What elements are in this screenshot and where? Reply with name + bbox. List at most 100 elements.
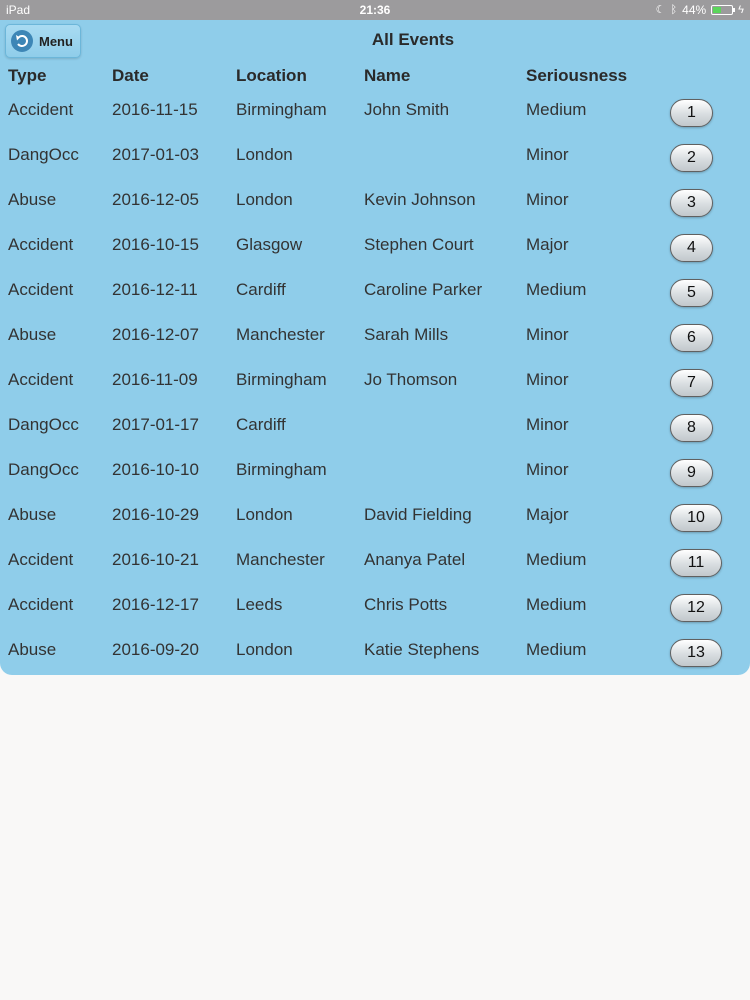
cell-date: 2016-12-05 xyxy=(112,190,199,209)
cell-location: Birmingham xyxy=(236,100,327,119)
cell-date: 2016-10-29 xyxy=(112,505,199,524)
cell-location: London xyxy=(236,145,293,164)
column-header-seriousness: Seriousness xyxy=(526,66,628,85)
cell-location: Cardiff xyxy=(236,280,286,299)
table-row: Abuse 2016-12-05 London Kevin Johnson Minor 3 xyxy=(0,189,750,235)
event-number-button[interactable]: 3 xyxy=(670,189,713,217)
cell-name: John Smith xyxy=(364,100,450,119)
table-row: DangOcc 2017-01-17 Cardiff Minor 8 xyxy=(0,414,750,460)
column-header-type: Type xyxy=(8,66,47,85)
cell-location: London xyxy=(236,640,293,659)
cell-type: Accident xyxy=(8,550,74,569)
battery-icon xyxy=(711,5,736,15)
status-time: 21:36 xyxy=(359,3,391,17)
table-row: Abuse 2016-10-29 London David Fielding Major… xyxy=(0,504,750,550)
cell-type: Accident xyxy=(8,100,74,119)
cell-seriousness: Minor xyxy=(526,325,569,344)
cell-seriousness: Medium xyxy=(526,100,587,119)
event-number-button[interactable]: 5 xyxy=(670,279,713,307)
column-header-name: Name xyxy=(364,66,411,85)
cell-type: DangOcc xyxy=(8,415,79,434)
cell-name: Chris Potts xyxy=(364,595,448,614)
cell-date: 2016-10-15 xyxy=(112,235,199,254)
event-number-button[interactable]: 6 xyxy=(670,324,713,352)
cell-location: Leeds xyxy=(236,595,283,614)
cell-name: Kevin Johnson xyxy=(364,190,476,209)
cell-type: DangOcc xyxy=(8,460,79,479)
event-number-button[interactable]: 9 xyxy=(670,459,713,487)
cell-date: 2016-11-09 xyxy=(112,370,198,389)
table-row: Accident 2016-10-21 Manchester Ananya Patel… xyxy=(0,549,750,595)
cell-date: 2016-12-07 xyxy=(112,325,199,344)
cell-date: 2016-12-11 xyxy=(112,280,198,299)
table-row: Accident 2016-12-17 Leeds Chris Potts Medium… xyxy=(0,594,750,640)
cell-seriousness: Minor xyxy=(526,145,569,164)
cell-location: Glasgow xyxy=(236,235,303,254)
table-row: Accident 2016-11-15 Birmingham John Smith Me… xyxy=(0,99,750,145)
cell-date: 2017-01-17 xyxy=(112,415,199,434)
cell-type: Accident xyxy=(8,370,74,389)
cell-type: Accident xyxy=(8,280,74,299)
cell-seriousness: Medium xyxy=(526,595,587,614)
cell-seriousness: Minor xyxy=(526,370,569,389)
cell-seriousness: Minor xyxy=(526,190,569,209)
table-row: DangOcc 2017-01-03 London Minor 2 xyxy=(0,144,750,190)
cell-location: London xyxy=(236,190,293,209)
cell-date: 2016-10-21 xyxy=(112,550,199,569)
cell-location: Birmingham xyxy=(236,370,327,389)
event-number-button[interactable]: 4 xyxy=(670,234,713,262)
battery-percent: 44% xyxy=(682,3,707,17)
cell-type: Abuse xyxy=(8,325,57,344)
cell-seriousness: Major xyxy=(526,505,569,524)
event-number-button[interactable]: 7 xyxy=(670,369,713,397)
cell-name: Caroline Parker xyxy=(364,280,483,299)
events-panel: Menu All Events Type Date Location Name … xyxy=(0,20,750,675)
event-number-button[interactable]: 8 xyxy=(670,414,713,442)
cell-name: Sarah Mills xyxy=(364,325,449,344)
status-bar: iPad 21:36 ☾ ᛒ 44% ϟ xyxy=(0,0,750,20)
cell-name: Jo Thomson xyxy=(364,370,458,389)
cell-name: Stephen Court xyxy=(364,235,474,254)
cell-location: Birmingham xyxy=(236,460,327,479)
event-number-button[interactable]: 11 xyxy=(670,549,722,577)
cell-seriousness: Medium xyxy=(526,280,587,299)
charging-icon: ϟ xyxy=(738,4,744,16)
cell-date: 2016-12-17 xyxy=(112,595,199,614)
event-number-button[interactable]: 2 xyxy=(670,144,713,172)
cell-date: 2016-11-15 xyxy=(112,100,198,119)
event-number-button[interactable]: 13 xyxy=(670,639,722,667)
event-number-button[interactable]: 12 xyxy=(670,594,722,622)
event-number-button[interactable]: 1 xyxy=(670,99,713,127)
column-header-date: Date xyxy=(112,66,149,85)
page-title: All Events xyxy=(371,30,455,49)
cell-name: David Fielding xyxy=(364,505,472,524)
cell-type: DangOcc xyxy=(8,145,79,164)
table-row: Accident 2016-11-09 Birmingham Jo Thomson Mi… xyxy=(0,369,750,415)
cell-seriousness: Medium xyxy=(526,640,587,659)
cell-location: London xyxy=(236,505,293,524)
cell-date: 2016-10-10 xyxy=(112,460,199,479)
event-number-button[interactable]: 10 xyxy=(670,504,722,532)
column-header-location: Location xyxy=(236,66,307,85)
cell-location: Manchester xyxy=(236,550,325,569)
cell-type: Abuse xyxy=(8,640,57,659)
cell-type: Accident xyxy=(8,595,74,614)
table-row: Accident 2016-12-11 Cardiff Caroline Parker… xyxy=(0,279,750,325)
cell-location: Cardiff xyxy=(236,415,286,434)
cell-type: Abuse xyxy=(8,505,57,524)
cell-seriousness: Major xyxy=(526,235,569,254)
cell-type: Accident xyxy=(8,235,74,254)
cell-seriousness: Minor xyxy=(526,415,569,434)
cell-name: Katie Stephens xyxy=(364,640,480,659)
cell-seriousness: Minor xyxy=(526,460,569,479)
table-row: Abuse 2016-09-20 London Katie Stephens Mediu… xyxy=(0,639,750,685)
table-row: DangOcc 2016-10-10 Birmingham Minor 9 xyxy=(0,459,750,505)
moon-icon: ☾ xyxy=(655,4,666,16)
cell-name: Ananya Patel xyxy=(364,550,466,569)
cell-seriousness: Medium xyxy=(526,550,587,569)
cell-location: Manchester xyxy=(236,325,325,344)
table-row: Accident 2016-10-15 Glasgow Stephen Court Ma… xyxy=(0,234,750,280)
cell-type: Abuse xyxy=(8,190,57,209)
cell-date: 2017-01-03 xyxy=(112,145,199,164)
bluetooth-icon: ᛒ xyxy=(670,4,678,16)
